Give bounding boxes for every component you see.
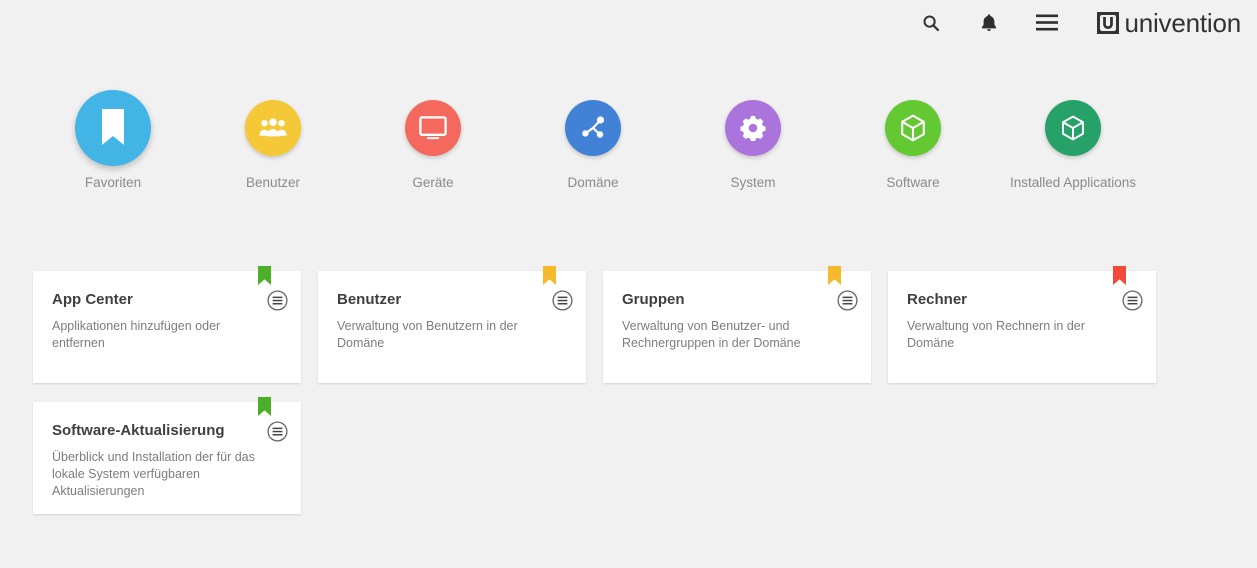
gear-icon <box>740 115 766 141</box>
univention-logo[interactable]: univention <box>1097 10 1241 36</box>
favorite-ribbon-icon <box>258 266 271 285</box>
app-header: univention <box>0 0 1257 45</box>
module-card-software-aktualisierung[interactable]: Software-Aktualisierung Überblick und In… <box>33 397 301 514</box>
category-system[interactable]: System <box>673 90 833 191</box>
category-label: System <box>730 175 776 190</box>
category-icon-circle <box>565 100 621 156</box>
category-label: Installed Applications <box>1009 175 1137 190</box>
card-title: App Center <box>52 291 133 308</box>
card-title: Rechner <box>907 291 968 308</box>
module-card-app-center[interactable]: App Center Applikationen hinzufügen oder… <box>33 266 301 383</box>
circle-hamburger-menu-icon <box>1122 290 1143 311</box>
card-description: Überblick und Installation der für das l… <box>52 450 255 498</box>
card-menu-button[interactable] <box>837 290 858 311</box>
favorite-ribbon-icon <box>258 397 271 416</box>
category-icon-circle <box>725 100 781 156</box>
search-icon <box>923 15 940 31</box>
category-icon-circle <box>245 100 301 156</box>
monitor-icon <box>419 116 447 140</box>
card-description: Applikationen hinzufügen oder entfernen <box>52 319 221 350</box>
circle-hamburger-menu-icon <box>267 421 288 442</box>
brand-name: univention <box>1124 7 1241 38</box>
module-card-rechner[interactable]: Rechner Verwaltung von Rechnern in der D… <box>888 266 1156 383</box>
category-icon-circle <box>1045 100 1101 156</box>
card-title: Benutzer <box>337 291 402 308</box>
circle-hamburger-menu-icon <box>267 290 288 311</box>
category-geraete[interactable]: Geräte <box>353 90 513 191</box>
category-installed-applications[interactable]: Installed Applications <box>993 90 1153 191</box>
category-domaene[interactable]: Domäne <box>513 90 673 191</box>
module-card-benutzer[interactable]: Benutzer Verwaltung von Benutzern in der… <box>318 266 586 383</box>
circle-hamburger-menu-icon <box>552 290 573 311</box>
cube-icon <box>901 114 925 142</box>
category-benutzer[interactable]: Benutzer <box>193 90 353 191</box>
favorite-ribbon-icon <box>828 266 841 285</box>
search-button[interactable] <box>911 3 951 43</box>
card-menu-button[interactable] <box>1122 290 1143 311</box>
category-software[interactable]: Software <box>833 90 993 191</box>
card-menu-button[interactable] <box>267 290 288 311</box>
category-label: Benutzer <box>245 175 301 190</box>
cube-icon <box>1062 115 1084 141</box>
card-title: Software-Aktualisierung <box>52 422 225 439</box>
circle-hamburger-menu-icon <box>837 290 858 311</box>
card-description: Verwaltung von Benutzer- und Rechnergrup… <box>622 319 801 350</box>
hamburger-menu-icon <box>1036 14 1059 31</box>
category-icon-circle <box>75 90 151 166</box>
bookmark-icon <box>102 109 124 145</box>
bell-icon <box>982 13 997 31</box>
card-description: Verwaltung von Rechnern in der Domäne <box>907 319 1085 350</box>
category-label: Favoriten <box>84 175 142 190</box>
category-label: Geräte <box>412 175 454 190</box>
category-strip: Favoriten Benutzer Geräte Domäne System … <box>0 90 1257 191</box>
module-card-grid: App Center Applikationen hinzufügen oder… <box>33 266 1223 533</box>
favorite-ribbon-icon <box>1113 266 1126 285</box>
card-menu-button[interactable] <box>267 421 288 442</box>
notifications-button[interactable] <box>969 3 1009 43</box>
category-icon-circle <box>885 100 941 156</box>
category-label: Software <box>886 175 940 190</box>
share-nodes-icon <box>582 116 605 138</box>
card-menu-button[interactable] <box>552 290 573 311</box>
menu-button[interactable] <box>1027 3 1067 43</box>
module-card-gruppen[interactable]: Gruppen Verwaltung von Benutzer- und Rec… <box>603 266 871 383</box>
users-icon <box>259 118 287 137</box>
favorite-ribbon-icon <box>543 266 556 285</box>
category-label: Domäne <box>567 175 619 190</box>
card-title: Gruppen <box>622 291 685 308</box>
category-favoriten[interactable]: Favoriten <box>33 90 193 191</box>
card-description: Verwaltung von Benutzern in der Domäne <box>337 319 518 350</box>
category-icon-circle <box>405 100 461 156</box>
univention-u-logo-icon <box>1097 11 1120 34</box>
